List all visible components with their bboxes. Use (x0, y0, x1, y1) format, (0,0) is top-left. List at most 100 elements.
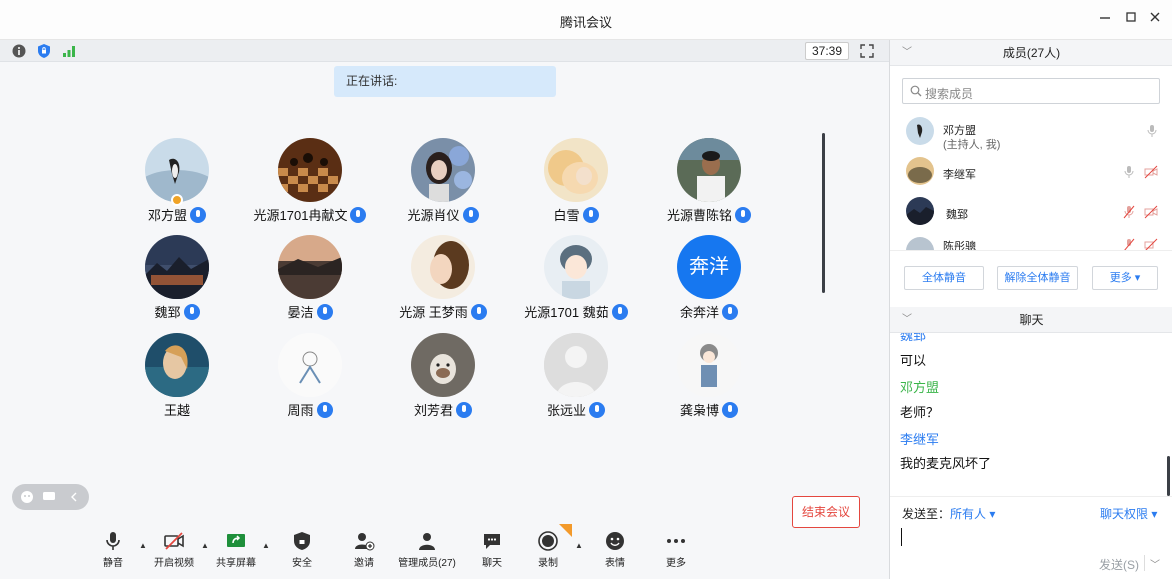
members-title: 成员(27人) (1002, 46, 1061, 60)
video-off-icon[interactable] (1144, 205, 1158, 219)
participant-name: 余奔洋 (679, 305, 719, 320)
member-row[interactable]: 李继军 (890, 154, 1172, 194)
emoji-button[interactable]: 表情 (587, 530, 643, 574)
participant-tile[interactable]: 刘芳君 (377, 333, 509, 423)
meeting-timer: 37:39 (805, 42, 849, 60)
video-off-icon[interactable] (1144, 238, 1158, 250)
mute-all-button[interactable]: 全体静音 (904, 266, 984, 290)
member-row[interactable]: 陈彤骢 (890, 234, 1172, 250)
minimize-icon[interactable] (1096, 10, 1114, 28)
member-row[interactable]: 魏郅 (890, 194, 1172, 234)
mic-icon (190, 207, 206, 223)
record-options-caret[interactable]: ▲ (575, 542, 583, 550)
participant-tile[interactable]: 张远业 (510, 333, 642, 423)
chat-title: 聊天 (1019, 313, 1044, 327)
collapse-chevron-icon[interactable]: ﹀ (902, 40, 912, 66)
avatar (411, 235, 475, 299)
end-meeting-button[interactable]: 结束会议 (792, 496, 860, 528)
send-to-select[interactable]: 所有人 ▾ (950, 505, 995, 522)
member-search-input[interactable]: 搜索成员 (902, 78, 1160, 104)
participant-tile[interactable]: 晏洁 (244, 235, 376, 325)
bottom-toolbar: 静音 ▲ 开启视频 ▲ 共享屏幕 ▲ 安全 邀请 管理成员(27) 聊天 录制 … (0, 520, 889, 579)
mic-icon (735, 207, 751, 223)
avatar: 奔洋 (677, 235, 741, 299)
mic-icon (316, 304, 333, 320)
participant-tile[interactable]: 龚枭博 (643, 333, 775, 423)
signal-icon[interactable] (61, 43, 77, 59)
participant-tile[interactable]: 光源曹陈铭 (643, 138, 775, 228)
mic-icon (722, 304, 738, 320)
participant-tile[interactable]: 邓方盟 (111, 138, 243, 228)
mic-icon (611, 304, 628, 320)
security-label: 安全 (292, 558, 312, 569)
manage-members-button[interactable]: 管理成员(27) (394, 530, 460, 574)
avatar (544, 235, 608, 299)
more-button[interactable]: 更多 (648, 530, 704, 574)
shield-icon[interactable] (36, 43, 52, 59)
chat-icon (484, 534, 500, 549)
emoji-icon[interactable] (20, 490, 34, 504)
security-button[interactable]: 安全 (274, 530, 330, 574)
avatar (677, 333, 741, 397)
unmute-all-button[interactable]: 解除全体静音 (997, 266, 1078, 290)
chat-button[interactable]: 聊天 (464, 530, 520, 574)
mic-icon (470, 304, 487, 320)
participant-name: 魏郅 (154, 305, 181, 320)
start-video-button[interactable]: 开启视频 (146, 530, 202, 574)
mic-off-icon[interactable] (1122, 238, 1136, 250)
mic-icon (582, 207, 599, 223)
chat-sender: 魏郅 (900, 333, 927, 343)
divider (890, 250, 1172, 251)
microphone-icon[interactable] (1122, 165, 1136, 179)
invite-button[interactable]: 邀请 (336, 530, 392, 574)
chat-permission-button[interactable]: 聊天权限 ▾ (1100, 505, 1157, 522)
send-button[interactable]: 发送(S) (1099, 556, 1139, 573)
send-options-chevron-icon[interactable]: ﹀ (1150, 556, 1160, 571)
send-to-value: 所有人 (950, 507, 987, 521)
gallery-scrollbar[interactable] (822, 133, 825, 293)
participant-tile[interactable]: 周雨 (244, 333, 376, 423)
participant-tile[interactable]: 光源肖仪 (377, 138, 509, 228)
microphone-icon (106, 532, 120, 550)
title-bar: 腾讯会议 (0, 0, 1172, 40)
close-icon[interactable] (1146, 10, 1164, 28)
chat-header[interactable]: ﹀ 聊天 (890, 307, 1172, 333)
participant-tile[interactable]: 光源1701 魏茹 (510, 235, 642, 325)
collapse-icon[interactable] (67, 490, 81, 504)
members-header[interactable]: ﹀ 成员(27人) (890, 40, 1172, 66)
participant-tile[interactable]: 魏郅 (111, 235, 243, 325)
manage-members-label: 管理成员(27) (398, 558, 456, 569)
microphone-icon[interactable] (1145, 124, 1159, 138)
participant-tile[interactable]: 王越 (111, 333, 243, 423)
mute-label: 静音 (103, 558, 123, 569)
chat-permission-label: 聊天权限 (1100, 507, 1149, 521)
chat-input-cursor[interactable] (901, 528, 902, 546)
mute-button[interactable]: 静音 (85, 530, 141, 574)
more-label: 更多 (666, 558, 686, 569)
chat-scrollbar[interactable] (1167, 456, 1170, 496)
info-icon[interactable] (11, 43, 27, 59)
avatar (145, 138, 209, 202)
chat-bubble-icon[interactable] (42, 490, 56, 504)
mic-off-icon[interactable] (1122, 205, 1136, 219)
chat-message: 老师？ (900, 405, 940, 420)
participant-tile[interactable]: 奔洋 余奔洋 (643, 235, 775, 325)
video-off-icon[interactable] (1144, 165, 1158, 179)
participant-tile[interactable]: 白雪 (510, 138, 642, 228)
maximize-icon[interactable] (1122, 10, 1140, 28)
floating-mini-panel[interactable] (12, 484, 89, 510)
fullscreen-icon[interactable] (858, 42, 876, 60)
search-icon (910, 85, 922, 97)
share-screen-button[interactable]: 共享屏幕 (208, 530, 264, 574)
members-more-button[interactable]: 更多 ▾ (1092, 266, 1158, 290)
collapse-chevron-icon[interactable]: ﹀ (902, 307, 912, 333)
share-options-caret[interactable]: ▲ (262, 542, 270, 550)
member-avatar (906, 117, 934, 145)
side-panel: ﹀ 成员(27人) 搜索成员 邓方盟 (主持人, 我) 李继军 魏郅 陈彤骢 全… (889, 40, 1172, 579)
member-avatar (906, 237, 934, 250)
avatar (145, 333, 209, 397)
participant-tile[interactable]: 光源 王梦雨 (377, 235, 509, 325)
participant-tile[interactable]: 光源1701冉献文 (244, 138, 376, 228)
status-bar: 37:39 (0, 40, 889, 62)
member-row[interactable]: 邓方盟 (主持人, 我) (890, 114, 1172, 154)
